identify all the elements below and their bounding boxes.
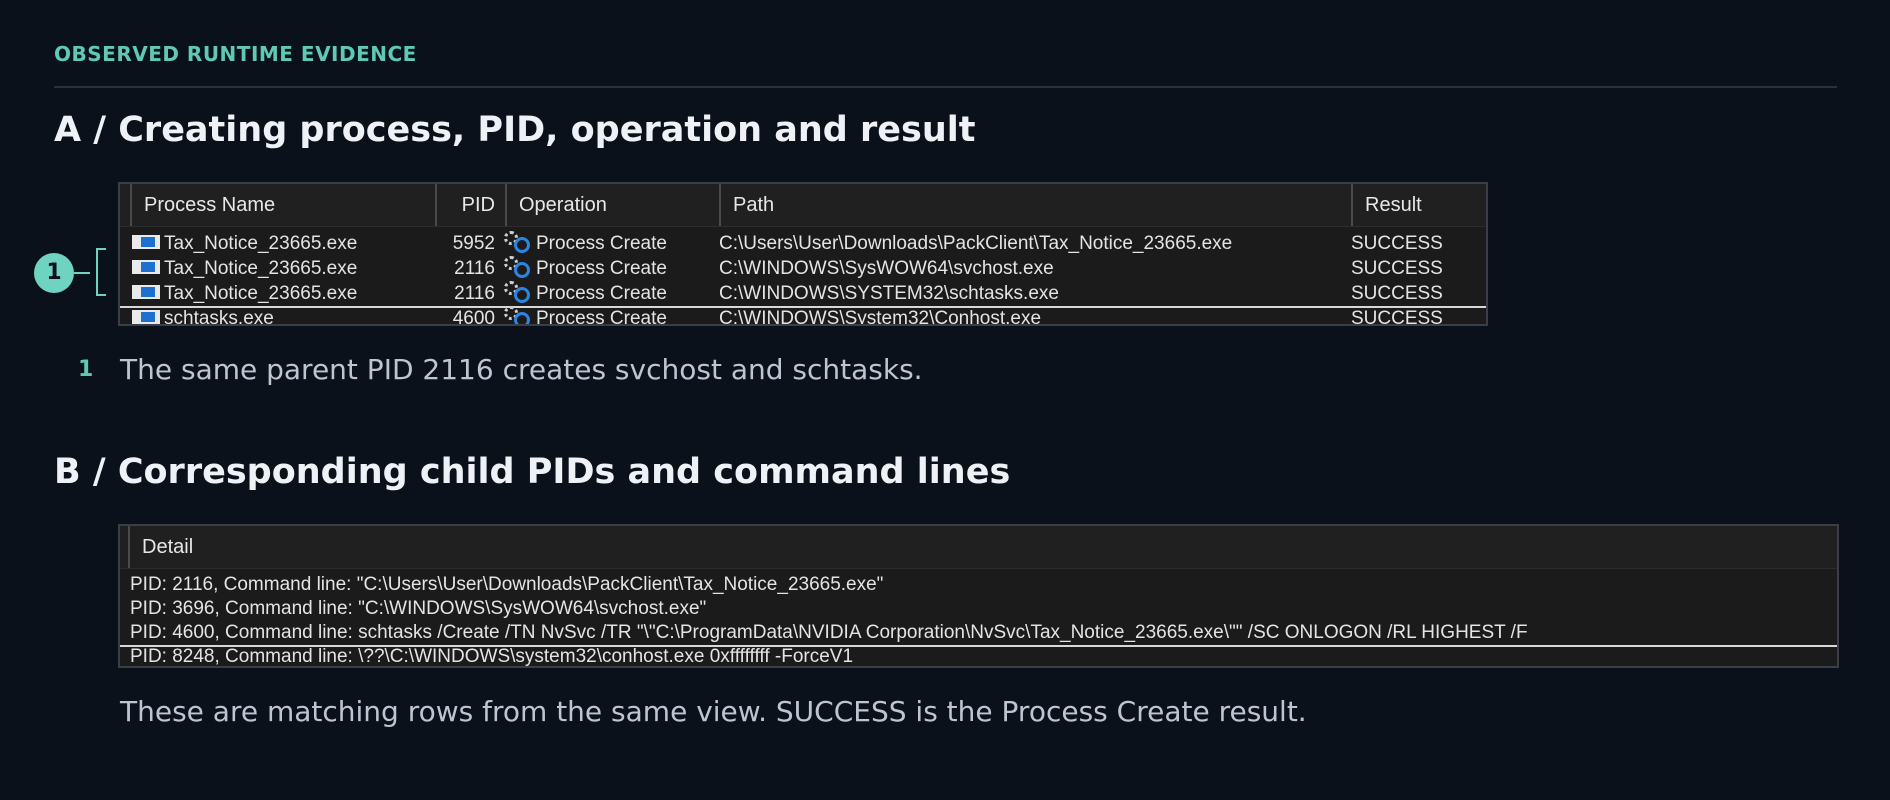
operation: Process Create	[536, 233, 667, 254]
gear-icon	[504, 256, 534, 279]
process-icon	[132, 235, 160, 250]
section-kicker: OBSERVED RUNTIME EVIDENCE	[54, 42, 417, 66]
table-row[interactable]: PID: 2116, Command line: "C:\Users\User\…	[120, 573, 1837, 597]
note-number: 1	[78, 357, 94, 382]
divider	[54, 86, 1837, 88]
process-name: Tax_Notice_23665.exe	[164, 283, 358, 304]
table-row[interactable]: Tax_Notice_23665.exe 2116 Process Create…	[120, 256, 1486, 281]
detail-text: PID: 2116, Command line: "C:\Users\User\…	[130, 574, 884, 595]
process-name: schtasks.exe	[164, 308, 274, 326]
operation: Process Create	[536, 308, 667, 326]
detail-text: PID: 8248, Command line: \??\C:\WINDOWS\…	[130, 646, 854, 667]
section-a-heading: A / Creating process, PID, operation and…	[54, 110, 976, 150]
pid: 2116	[454, 258, 495, 279]
callout-connector	[74, 272, 90, 274]
column-header-detail[interactable]: Detail	[128, 526, 1828, 568]
callout-bracket	[96, 248, 106, 296]
result: SUCCESS	[1351, 308, 1443, 326]
detail-table-screenshot: Detail PID: 2116, Command line: "C:\User…	[118, 524, 1839, 668]
gear-icon	[504, 306, 534, 324]
path: C:\WINDOWS\SYSTEM32\schtasks.exe	[719, 283, 1059, 304]
column-header-result[interactable]: Result	[1351, 184, 1486, 226]
pid: 4600	[452, 308, 495, 326]
column-header-pid[interactable]: PID	[435, 184, 505, 226]
pid: 5952	[452, 233, 495, 254]
section-a-note: The same parent PID 2116 creates svchost…	[120, 353, 923, 386]
gear-icon	[504, 231, 534, 254]
table-row[interactable]: Tax_Notice_23665.exe 2116 Process Create…	[120, 281, 1486, 306]
gear-icon	[504, 281, 534, 304]
table-row-selected[interactable]: schtasks.exe 4600 Process Create C:\WIND…	[120, 306, 1486, 326]
result: SUCCESS	[1351, 283, 1443, 304]
section-b-caption: These are matching rows from the same vi…	[120, 695, 1307, 728]
result: SUCCESS	[1351, 233, 1443, 254]
process-icon	[132, 310, 160, 324]
column-header-process-name[interactable]: Process Name	[130, 184, 420, 226]
path: C:\Users\User\Downloads\PackClient\Tax_N…	[719, 233, 1233, 254]
table-row[interactable]: Tax_Notice_23665.exe 5952 Process Create…	[120, 231, 1486, 256]
process-icon	[132, 285, 160, 300]
table-row-selected[interactable]: PID: 8248, Command line: \??\C:\WINDOWS\…	[120, 645, 1837, 667]
process-table-screenshot: Process Name PID Operation Path Result T…	[118, 182, 1488, 326]
process-name: Tax_Notice_23665.exe	[164, 233, 358, 254]
operation: Process Create	[536, 258, 667, 279]
detail-table-header: Detail	[120, 526, 1837, 569]
process-table-header: Process Name PID Operation Path Result	[120, 184, 1486, 227]
detail-text: PID: 4600, Command line: schtasks /Creat…	[130, 622, 1528, 643]
detail-text: PID: 3696, Command line: "C:\WINDOWS\Sys…	[130, 598, 707, 619]
table-row[interactable]: PID: 3696, Command line: "C:\WINDOWS\Sys…	[120, 597, 1837, 621]
column-header-operation[interactable]: Operation	[505, 184, 719, 226]
process-name: Tax_Notice_23665.exe	[164, 258, 358, 279]
section-b-heading: B / Corresponding child PIDs and command…	[54, 452, 1011, 492]
path: C:\WINDOWS\SysWOW64\svchost.exe	[719, 258, 1054, 279]
result: SUCCESS	[1351, 258, 1443, 279]
path: C:\WINDOWS\System32\Conhost.exe	[719, 308, 1042, 326]
table-row[interactable]: PID: 4600, Command line: schtasks /Creat…	[120, 621, 1837, 645]
callout-badge: 1	[34, 253, 74, 293]
column-header-path[interactable]: Path	[719, 184, 1351, 226]
process-icon	[132, 260, 160, 275]
operation: Process Create	[536, 283, 667, 304]
pid: 2116	[454, 283, 495, 304]
